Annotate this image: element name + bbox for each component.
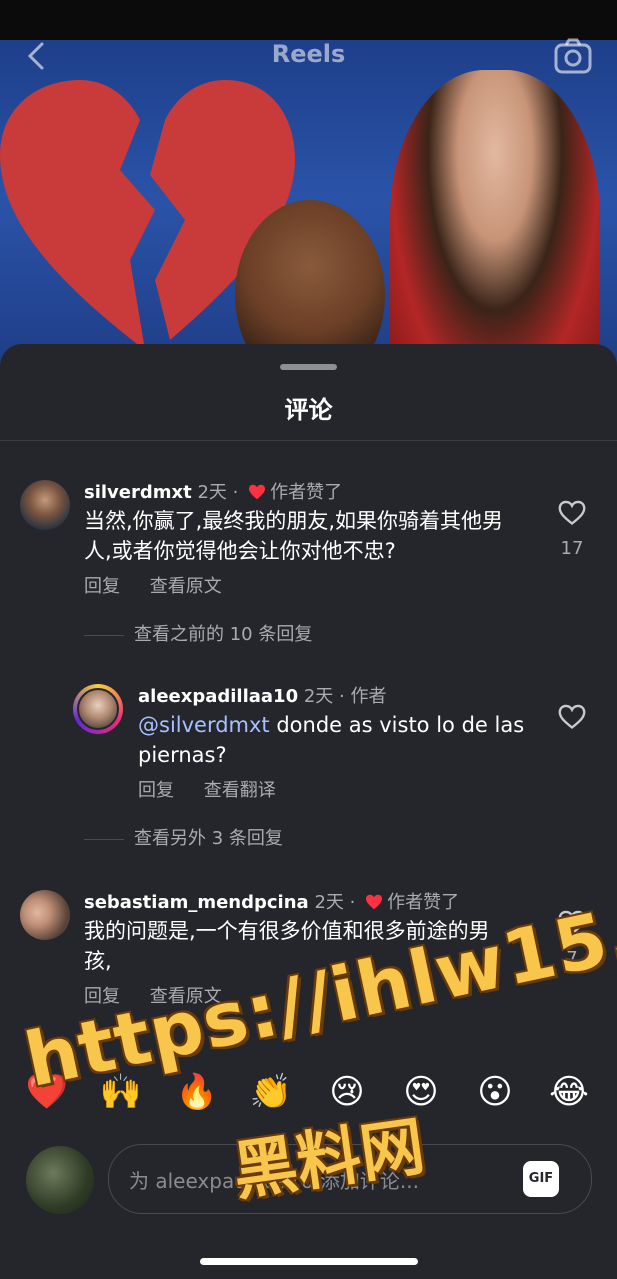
comment-time: 2天	[314, 892, 344, 913]
avatar[interactable]	[20, 480, 70, 530]
view-previous-replies-label: 查看之前的 10 条回复	[134, 624, 313, 645]
current-user-avatar	[26, 1146, 94, 1214]
view-other-replies-label: 查看另外 3 条回复	[134, 828, 283, 849]
like-heart-icon[interactable]	[558, 500, 586, 526]
avatar-image	[77, 688, 119, 730]
avatar[interactable]	[73, 684, 123, 734]
separator-dot: ·	[232, 482, 245, 503]
thread-line	[84, 634, 124, 636]
page-title: Reels	[271, 40, 346, 68]
emoji-clap-button[interactable]: 👏	[246, 1072, 296, 1112]
reel-video-preview[interactable]: Reels	[0, 0, 617, 370]
like-heart-icon[interactable]	[558, 704, 586, 730]
sheet-drag-handle[interactable]	[280, 364, 337, 370]
emoji-surprised-button[interactable]: 😮	[470, 1072, 520, 1112]
author-liked-heart-icon	[366, 894, 383, 910]
see-translation-button[interactable]: 查看翻译	[204, 780, 276, 801]
comment-username[interactable]: sebastiam_mendpcina	[84, 892, 309, 913]
view-other-replies-button[interactable]: 查看另外 3 条回复	[84, 824, 283, 850]
author-liked-label: 作者赞了	[387, 892, 460, 913]
comment-meta: silverdmxt 2天 · 作者赞了	[84, 478, 342, 504]
home-indicator	[200, 1258, 418, 1265]
top-bar: Reels	[0, 28, 617, 84]
separator-dot: ·	[349, 892, 362, 913]
like-count: 17	[560, 538, 584, 559]
person-right-image	[390, 70, 600, 370]
emoji-laughing-button[interactable]: 😂	[544, 1072, 594, 1112]
emoji-fire-button[interactable]: 🔥	[172, 1072, 222, 1112]
camera-icon[interactable]	[553, 36, 593, 76]
see-original-button[interactable]: 查看原文	[150, 576, 222, 597]
comment-actions: 回复 查看原文	[84, 572, 246, 598]
comment-time: 2天	[303, 686, 334, 707]
divider	[0, 440, 617, 441]
comment-text: @silverdmxt donde as visto lo de las pie…	[138, 710, 528, 770]
thread-line	[84, 838, 124, 840]
avatar[interactable]	[20, 890, 70, 940]
comment-time: 2天	[197, 482, 227, 503]
author-liked-label: 作者赞了	[270, 482, 343, 503]
mention-link[interactable]: @silverdmxt	[138, 713, 270, 737]
separator-dot: ·	[339, 686, 351, 707]
comment-text: 当然,你赢了,最终我的朋友,如果你骑着其他男人,或者你觉得他会让你对他不忠?	[84, 509, 504, 563]
sheet-title: 评论	[284, 396, 333, 424]
comment-username[interactable]: silverdmxt	[84, 482, 192, 503]
comment-meta: aleexpadillaa10 2天 · 作者	[138, 682, 387, 708]
reply-button[interactable]: 回复	[138, 780, 174, 801]
reply-button[interactable]: 回复	[84, 576, 120, 597]
comment-meta: sebastiam_mendpcina 2天 · 作者赞了	[84, 888, 459, 914]
gif-icon[interactable]: GIF	[523, 1161, 559, 1197]
view-previous-replies-button[interactable]: 查看之前的 10 条回复	[84, 620, 312, 646]
comment-actions: 回复 查看翻译	[138, 776, 300, 802]
comment-username[interactable]: aleexpadillaa10	[138, 686, 298, 707]
author-tag: 作者	[350, 686, 387, 707]
author-liked-heart-icon	[249, 484, 266, 500]
